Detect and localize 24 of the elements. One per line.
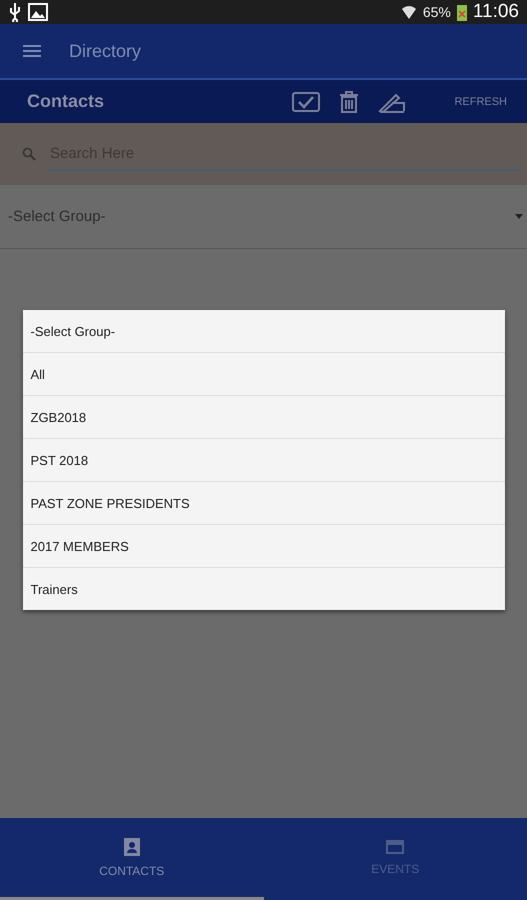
checkbox-icon[interactable] [292, 92, 320, 112]
battery-percent: 65% [422, 4, 451, 20]
search-icon [22, 147, 36, 161]
calendar-icon [386, 840, 404, 854]
group-option[interactable]: ZGB2018 [22, 396, 504, 439]
wifi-icon [400, 4, 417, 20]
refresh-button[interactable]: REFRESH [446, 92, 515, 112]
clock: 11:06 [472, 1, 519, 23]
group-option[interactable]: PAST ZONE PRESIDENTS [22, 482, 504, 525]
app-title: Directory [69, 40, 142, 62]
nav-tab[interactable]: CONTACTS [0, 818, 264, 900]
group-option[interactable]: PST 2018 [22, 439, 504, 482]
menu-icon[interactable] [23, 44, 41, 58]
usb-icon [8, 2, 22, 22]
group-option[interactable]: -Select Group- [22, 310, 504, 353]
contact-card-icon [124, 838, 140, 856]
group-option[interactable]: Trainers [22, 568, 504, 610]
screen-title: Contacts [27, 91, 104, 112]
group-option[interactable]: 2017 MEMBERS [22, 525, 504, 568]
battery-icon [456, 3, 467, 21]
image-icon [28, 3, 48, 21]
group-option[interactable]: All [22, 353, 504, 396]
dropdown-arrow-icon [515, 214, 523, 219]
trash-icon[interactable] [338, 90, 360, 112]
